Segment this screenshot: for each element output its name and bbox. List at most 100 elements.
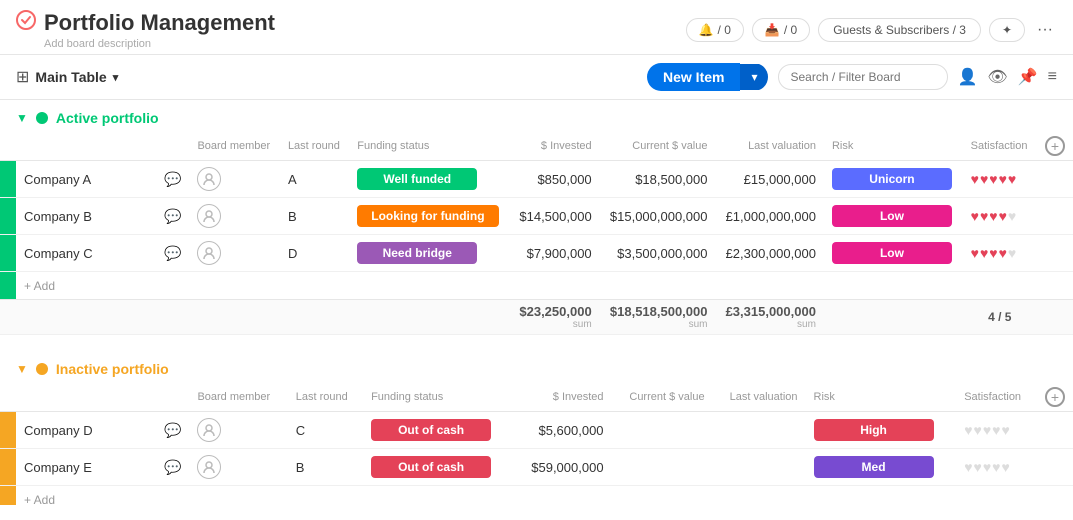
invested-col-header-i: $ Invested: [514, 383, 612, 412]
table-row[interactable]: Company D 💬 C Out of cash $5,600,000 Hig…: [0, 412, 1073, 449]
app-header-left: Portfolio Management Add board descripti…: [16, 10, 275, 50]
chat-icon[interactable]: 💬: [164, 208, 181, 224]
heart-0: ♥: [971, 208, 979, 224]
chat-cell[interactable]: 💬: [156, 449, 189, 486]
sum-last-valuation: £3,315,000,000 sum: [716, 300, 824, 335]
add-column-button[interactable]: +: [1045, 136, 1065, 156]
board-member-col-header: Board member: [189, 132, 280, 161]
funding-status-cell[interactable]: Need bridge: [349, 235, 509, 272]
chat-cell[interactable]: 💬: [156, 198, 189, 235]
eye-icon[interactable]: 👁: [987, 67, 1007, 87]
board-member-cell[interactable]: [189, 412, 287, 449]
chat-cell[interactable]: 💬: [156, 161, 189, 198]
add-column-button-i[interactable]: +: [1045, 387, 1065, 407]
person-icon[interactable]: 👤: [958, 67, 978, 87]
last-valuation-cell: £2,300,000,000: [716, 235, 824, 272]
row-actions-cell: [1037, 449, 1073, 486]
sum-label: sum: [518, 319, 592, 330]
sum-current-value-val: $18,518,500,000: [608, 304, 708, 319]
sum-empty-name: [16, 300, 156, 335]
inbox-button[interactable]: 📥 / 0: [752, 18, 810, 42]
sum-actions: [1037, 300, 1073, 335]
risk-badge: High: [814, 419, 934, 441]
funding-status-cell[interactable]: Looking for funding: [349, 198, 509, 235]
invested-cell: $850,000: [510, 161, 600, 198]
risk-cell[interactable]: Low: [824, 235, 963, 272]
company-name: Company D: [16, 412, 156, 449]
inactive-portfolio-tbody: Company D 💬 C Out of cash $5,600,000 Hig…: [0, 412, 1073, 506]
board-member-cell[interactable]: [189, 198, 280, 235]
board-member-cell[interactable]: [189, 449, 287, 486]
table-row[interactable]: Company B 💬 B Looking for funding $14,50…: [0, 198, 1073, 235]
current-value-cell: [612, 449, 713, 486]
heart-3: ♥: [992, 459, 1000, 475]
funding-status-cell[interactable]: Out of cash: [363, 449, 514, 486]
board-member-cell[interactable]: [189, 235, 280, 272]
row-color-bar: [0, 198, 16, 235]
pin-icon[interactable]: 📌: [1018, 67, 1038, 87]
main-table-button[interactable]: Main Table ▾: [35, 69, 118, 85]
table-row[interactable]: Company A 💬 A Well funded $850,000 $18,5…: [0, 161, 1073, 198]
invested-cell: $7,900,000: [510, 235, 600, 272]
more-button[interactable]: ···: [1033, 17, 1057, 43]
chat-icon[interactable]: 💬: [164, 459, 181, 475]
chat-cell[interactable]: 💬: [156, 412, 189, 449]
chat-icon[interactable]: 💬: [164, 171, 181, 187]
chat-icon[interactable]: 💬: [164, 245, 181, 261]
current-value-cell: $18,500,000: [600, 161, 716, 198]
table-row[interactable]: Company E 💬 B Out of cash $59,000,000 Me…: [0, 449, 1073, 486]
chat-icon[interactable]: 💬: [164, 422, 181, 438]
user-avatar-icon: [197, 455, 221, 479]
filter-icon[interactable]: ≡: [1048, 68, 1057, 86]
user-avatar-icon: [197, 167, 221, 191]
sum-lv-label: sum: [724, 319, 816, 330]
risk-col-header: Risk: [824, 132, 963, 161]
risk-cell[interactable]: Med: [806, 449, 957, 486]
risk-badge: Low: [832, 205, 952, 227]
heart-0: ♥: [971, 245, 979, 261]
last-round-col-header: Last round: [280, 132, 349, 161]
invite-button[interactable]: ✦: [989, 18, 1025, 42]
last-valuation-col-header: Last valuation: [716, 132, 824, 161]
funding-status-cell[interactable]: Out of cash: [363, 412, 514, 449]
add-item-button[interactable]: + Add: [24, 493, 55, 505]
search-input[interactable]: [778, 64, 948, 90]
funding-status-cell[interactable]: Well funded: [349, 161, 509, 198]
table-row[interactable]: Company C 💬 D Need bridge $7,900,000 $3,…: [0, 235, 1073, 272]
company-name: Company B: [16, 198, 156, 235]
satisfaction-cell: ♥♥♥♥♥: [956, 412, 1037, 449]
risk-cell[interactable]: Low: [824, 198, 963, 235]
funding-badge: Need bridge: [357, 242, 477, 264]
new-item-dropdown-button[interactable]: ▾: [740, 64, 767, 90]
inactive-portfolio-table: Board member Last round Funding status $…: [0, 383, 1073, 505]
risk-cell[interactable]: High: [806, 412, 957, 449]
sum-lv-val: £3,315,000,000: [724, 304, 816, 319]
satisfaction-cell: ♥♥♥♥♥: [963, 198, 1037, 235]
satisfaction-cell: ♥♥♥♥♥: [956, 449, 1037, 486]
heart-2: ♥: [983, 459, 991, 475]
sum-cv-label: sum: [608, 319, 708, 330]
inactive-group-chevron[interactable]: ▼: [16, 362, 28, 376]
row-actions-cell: [1037, 161, 1073, 198]
user-avatar-icon: [197, 204, 221, 228]
app-title-text: Portfolio Management: [44, 10, 275, 36]
guests-button[interactable]: Guests & Subscribers / 3: [818, 18, 981, 42]
funding-badge: Looking for funding: [357, 205, 498, 227]
guests-label: Guests & Subscribers / 3: [833, 23, 966, 37]
chat-cell[interactable]: 💬: [156, 235, 189, 272]
current-value-col-header: Current $ value: [600, 132, 716, 161]
sum-risk: [824, 300, 963, 335]
board-member-cell[interactable]: [189, 161, 280, 198]
new-item-button[interactable]: New Item: [647, 63, 740, 91]
notify-button[interactable]: 🔔 / 0: [686, 18, 744, 42]
heart-0: ♥: [971, 171, 979, 187]
active-portfolio-table: Board member Last round Funding status $…: [0, 132, 1073, 335]
heart-1: ♥: [974, 422, 982, 438]
company-name: Company C: [16, 235, 156, 272]
invested-cell: $59,000,000: [514, 449, 612, 486]
risk-badge: Low: [832, 242, 952, 264]
risk-cell[interactable]: Unicorn: [824, 161, 963, 198]
inactive-portfolio-table-wrapper: Board member Last round Funding status $…: [0, 383, 1073, 505]
active-group-chevron[interactable]: ▼: [16, 111, 28, 125]
add-item-button[interactable]: + Add: [24, 279, 55, 293]
